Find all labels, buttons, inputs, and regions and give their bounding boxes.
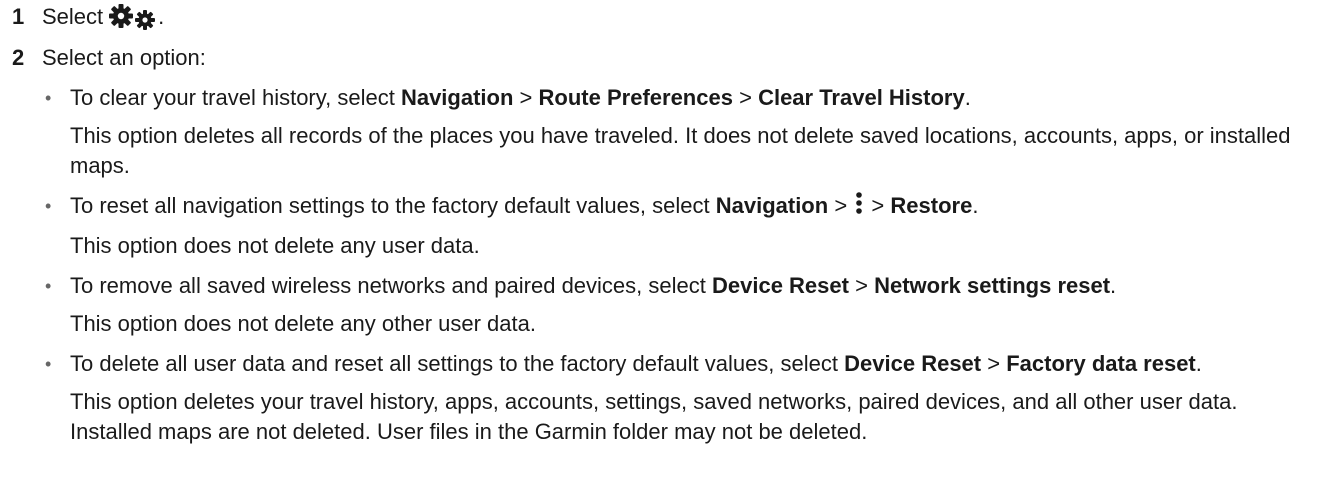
option-list: • To clear your travel history, select N…: [42, 83, 1322, 447]
path-separator: >: [855, 273, 868, 299]
option-clear-travel-history: • To clear your travel history, select N…: [42, 83, 1322, 181]
option-instruction: To clear your travel history, select Nav…: [70, 85, 971, 110]
bullet: •: [45, 276, 52, 297]
path-separator: >: [834, 193, 848, 218]
settings-gears-icon: [108, 3, 158, 31]
path-separator: >: [739, 85, 752, 110]
menu-path-item: Restore: [890, 193, 973, 218]
bullet: •: [45, 196, 52, 216]
option-factory-reset: • To delete all user data and reset all …: [42, 349, 1322, 447]
option-restore-navigation: • To reset all navigation settings to th…: [42, 191, 1322, 261]
menu-path-item: Route Preferences: [538, 85, 733, 110]
menu-path-item: Navigation: [400, 85, 514, 110]
instruction-page: 1 Select . 2 Select an option: • To clea…: [0, 0, 1327, 495]
option-instruction: To remove all saved wireless networks an…: [70, 273, 1117, 299]
menu-path-item: Device Reset: [844, 351, 982, 377]
option-instruction: To reset all navigation settings to the …: [70, 191, 1322, 223]
menu-path-item: Network settings reset: [874, 273, 1111, 299]
step-suffix: .: [158, 4, 165, 29]
menu-path-item: Device Reset: [711, 273, 849, 299]
step-2: 2 Select an option:: [12, 43, 206, 73]
step-number: 2: [12, 45, 25, 70]
menu-path-item: Clear Travel History: [758, 85, 965, 110]
step-1: 1 Select .: [12, 2, 164, 32]
option-description: This option does not delete any other us…: [70, 311, 536, 337]
path-separator: >: [519, 85, 533, 110]
bullet: •: [45, 354, 52, 375]
option-instruction: To delete all user data and reset all se…: [70, 351, 1202, 377]
option-network-reset: • To remove all saved wireless networks …: [42, 271, 1322, 339]
path-separator: >: [871, 193, 885, 218]
menu-path-item: Navigation: [715, 193, 829, 218]
path-separator: >: [987, 351, 1001, 377]
menu-path-item: Factory data reset: [1006, 351, 1196, 377]
step-text: Select an option:: [42, 45, 206, 70]
bullet: •: [45, 88, 52, 108]
step-number: 1: [12, 4, 25, 29]
option-description: This option deletes your travel history,…: [70, 389, 1238, 445]
option-description: This option deletes all records of the p…: [70, 123, 1291, 178]
option-description: This option does not delete any user dat…: [70, 233, 480, 259]
step-text: Select: [42, 4, 104, 29]
vertical-menu-icon: [855, 191, 863, 223]
